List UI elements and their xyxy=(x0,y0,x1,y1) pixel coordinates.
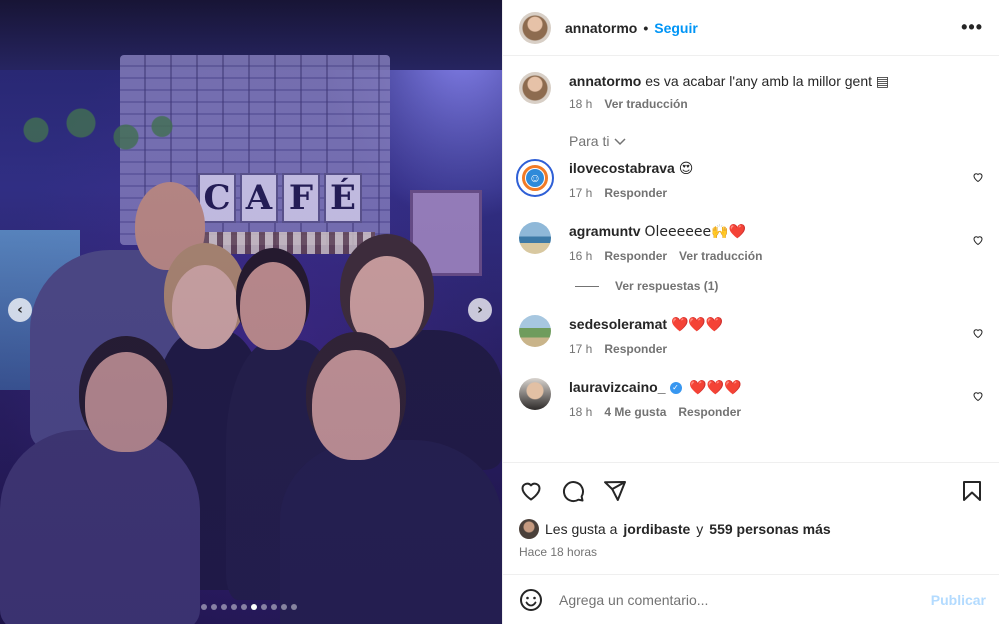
carousel-dot xyxy=(281,604,287,610)
comment-icon[interactable] xyxy=(561,479,585,503)
comment-likes[interactable]: 4 Me gusta xyxy=(604,405,666,419)
post-modal: C A F É ‹ › annatormo • Seguir ••• xyxy=(0,0,999,624)
dot-separator: • xyxy=(643,19,649,36)
comment-item: sedesoleramat ❤️❤️❤️ 17 h Responder xyxy=(519,315,984,356)
carousel-dot xyxy=(221,604,227,610)
reply-button[interactable]: Responder xyxy=(604,186,667,200)
like-comment-heart-icon[interactable] xyxy=(972,171,984,183)
carousel-dots xyxy=(201,604,297,610)
comment-time[interactable]: 18 h xyxy=(569,405,592,419)
liked-by-username[interactable]: jordibaste xyxy=(623,521,690,537)
comment-time[interactable]: 17 h xyxy=(569,186,592,200)
likes-others-link[interactable]: 559 personas más xyxy=(709,521,830,537)
post-photo[interactable]: C A F É ‹ › xyxy=(0,0,502,624)
translate-link[interactable]: Ver traducción xyxy=(679,249,762,263)
author-username[interactable]: annatormo xyxy=(565,20,637,36)
comment-text: ❤️❤️❤️ xyxy=(670,317,724,333)
emoji-icon[interactable] xyxy=(519,588,543,612)
comment-item: lauravizcaino_ ✓ ❤️❤️❤️ 18 h 4 Me gusta R… xyxy=(519,378,984,419)
carousel-next-button[interactable]: › xyxy=(468,298,492,322)
reply-button[interactable]: Responder xyxy=(604,249,667,263)
view-replies-button[interactable]: Ver respuestas (1) xyxy=(575,279,984,293)
post-header: annatormo • Seguir ••• xyxy=(503,0,999,56)
comment-composer: Publicar xyxy=(503,574,999,624)
translate-link[interactable]: Ver traducción xyxy=(604,97,687,111)
carousel-dot xyxy=(261,604,267,610)
carousel-dot xyxy=(231,604,237,610)
likes-summary: Les gusta a jordibaste y 559 personas má… xyxy=(519,519,984,539)
likes-and: y xyxy=(696,521,704,537)
avatar[interactable] xyxy=(519,11,551,44)
like-comment-heart-icon[interactable] xyxy=(972,390,984,402)
sort-label: Para ti xyxy=(569,133,610,149)
comment-item: agramuntv Oleeeeee🙌❤️ 16 h Responder Ver… xyxy=(519,222,984,263)
avatar[interactable] xyxy=(519,222,551,254)
reply-button[interactable]: Responder xyxy=(604,342,667,356)
more-options-icon[interactable]: ••• xyxy=(961,17,983,38)
carousel-dot xyxy=(251,604,257,610)
avatar[interactable] xyxy=(519,378,551,410)
post-time[interactable]: Hace 18 horas xyxy=(519,545,984,559)
caption: annatormo es va acabar l'any amb la mill… xyxy=(519,72,984,111)
carousel-dot xyxy=(291,604,297,610)
post-actions: Les gusta a jordibaste y 559 personas má… xyxy=(503,462,999,574)
bookmark-icon[interactable] xyxy=(960,479,984,503)
comment-username[interactable]: sedesoleramat xyxy=(569,316,667,332)
carousel-dot xyxy=(271,604,277,610)
carousel-dot xyxy=(241,604,247,610)
comment-time[interactable]: 17 h xyxy=(569,342,592,356)
avatar[interactable] xyxy=(519,315,551,347)
follow-button[interactable]: Seguir xyxy=(654,20,698,36)
like-heart-icon[interactable] xyxy=(519,479,543,503)
like-comment-heart-icon[interactable] xyxy=(972,327,984,339)
comment-time[interactable]: 16 h xyxy=(569,249,592,263)
comment-text: ❤️❤️❤️ xyxy=(689,380,742,396)
like-comment-heart-icon[interactable] xyxy=(972,234,984,246)
sort-dropdown[interactable]: Para ti xyxy=(569,133,984,149)
comment-username[interactable]: agramuntv xyxy=(569,223,641,239)
view-replies-label: Ver respuestas (1) xyxy=(615,279,719,293)
reply-button[interactable]: Responder xyxy=(678,405,741,419)
comment-text: Oleeeeee🙌❤️ xyxy=(644,224,746,240)
chevron-down-icon xyxy=(614,138,626,146)
carousel-prev-button[interactable]: ‹ xyxy=(8,298,32,322)
comment-username[interactable]: lauravizcaino_ xyxy=(569,379,666,395)
likes-prefix: Les gusta a xyxy=(545,521,618,537)
caption-time[interactable]: 18 h xyxy=(569,97,592,111)
caption-text: es va acabar l'any amb la millor gent xyxy=(645,73,873,89)
comment-item: ☺ ilovecostabrava 😍 17 h Responder xyxy=(516,159,984,200)
comments-section[interactable]: annatormo es va acabar l'any amb la mill… xyxy=(503,56,999,462)
post-panel: annatormo • Seguir ••• annatormo es va a… xyxy=(502,0,999,624)
replies-line xyxy=(575,285,599,287)
share-icon[interactable] xyxy=(603,479,627,503)
avatar[interactable] xyxy=(519,519,539,539)
comment-input[interactable] xyxy=(559,591,931,608)
avatar[interactable] xyxy=(519,72,551,104)
avatar[interactable]: ☺ xyxy=(516,159,554,197)
caption-username[interactable]: annatormo xyxy=(569,73,641,89)
verified-badge-icon: ✓ xyxy=(669,382,682,395)
carousel-dot xyxy=(211,604,217,610)
comment-username[interactable]: ilovecostabrava xyxy=(569,160,675,176)
comment-text: 😍 xyxy=(678,161,694,177)
photo-light-overlay xyxy=(0,0,502,624)
caption-emoji: ▤ xyxy=(875,74,890,90)
carousel-dot xyxy=(201,604,207,610)
publish-button[interactable]: Publicar xyxy=(931,592,986,608)
